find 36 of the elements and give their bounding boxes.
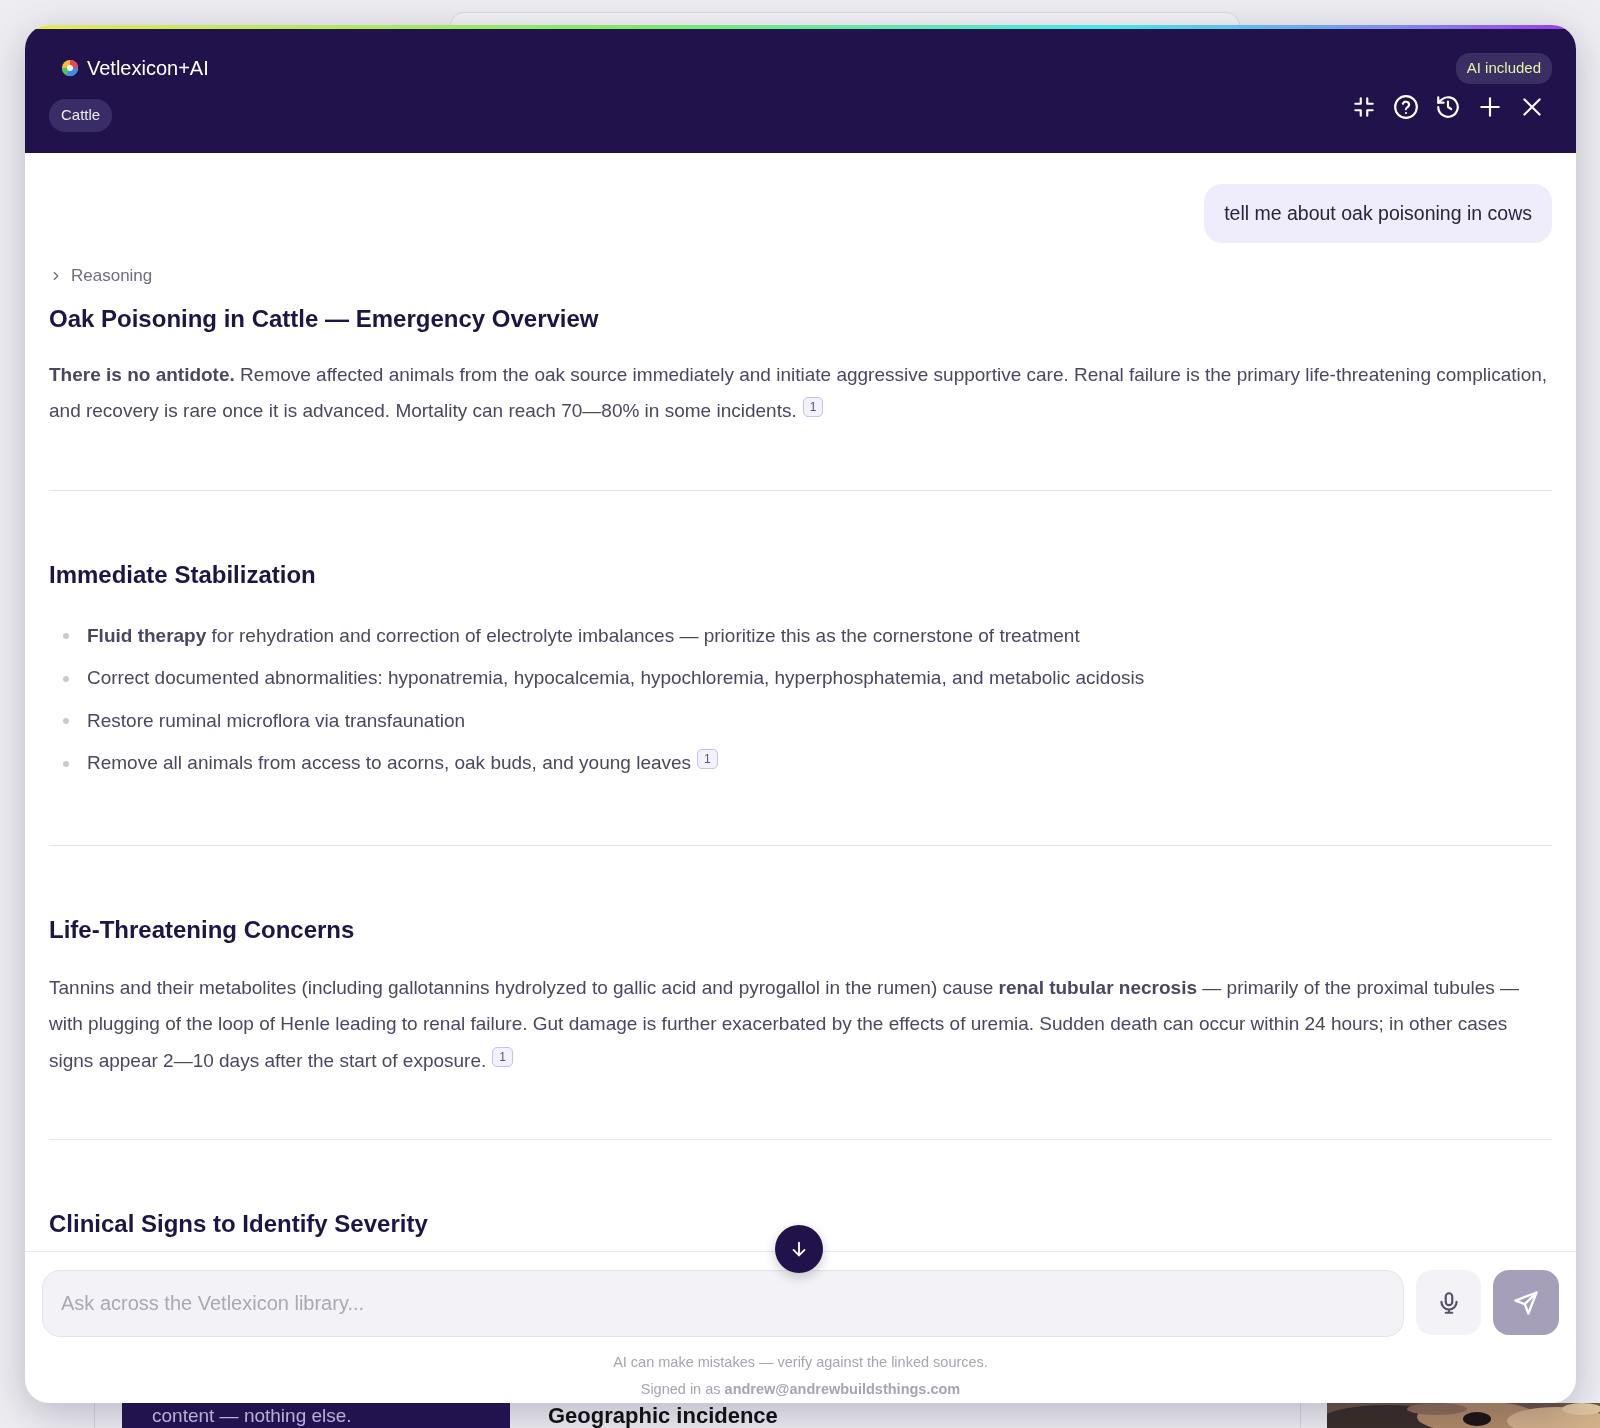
minimize-icon	[1351, 94, 1377, 120]
list-item: Restore ruminal microflora via transfaunation	[87, 708, 466, 733]
help-button[interactable]	[1392, 93, 1420, 121]
citation-link[interactable]: 1	[802, 397, 824, 418]
disclaimer-text: AI can make mistakes — verify against the linked sources.	[613, 1354, 988, 1370]
section-heading: Clinical Signs to Identify Severity	[49, 1209, 429, 1240]
citation-link[interactable]: 1	[492, 1046, 513, 1067]
section-heading: Immediate Stabilization	[49, 559, 317, 590]
species-tag: Cattle	[49, 99, 113, 132]
list-item: Remove all animals from access to acorns, oak buds, and young leaves 1	[87, 749, 718, 778]
paragraph: Tannins and their metabolites (including gallotannins hydrolyzed to gallic acid and pyrogallol in the rumen) cause renal tubular necrosis — primarily of the proximal tubules — with plugging of the loop of Henle leading to renal failure. Gut damage is further exacerbated by the effects of uremia. Sudden death can occur within 24 hours; in other cases signs appear 2—10 days after the start of exposure. 1	[49, 975, 1521, 1073]
banner-text: content — nothing else.	[152, 1405, 352, 1426]
reasoning-toggle[interactable]: Reasoning	[49, 263, 153, 289]
bullet-icon	[63, 633, 69, 639]
brand-name: Vetlexicon+AI	[87, 56, 209, 81]
scroll-down-button[interactable]	[775, 1225, 823, 1273]
list-item: Fluid therapy for rehydration and correction of electrolyte imbalances — prioritize this as the cornerstone of treatment	[87, 623, 1080, 648]
microphone-button[interactable]	[1416, 1270, 1481, 1335]
citation-link[interactable]: 1	[697, 749, 718, 770]
history-icon	[1435, 94, 1461, 120]
bullet-icon	[63, 718, 69, 724]
logo-icon	[61, 59, 79, 77]
history-button[interactable]	[1434, 93, 1462, 121]
chat-input[interactable]: Ask across the Vetlexicon library...	[42, 1270, 1404, 1337]
plus-icon	[1477, 94, 1503, 120]
bullet-icon	[63, 675, 69, 682]
paragraph: There is no antidote. Remove affected animals from the oak source immediately and initiate aggressive supportive care. Renal failure is the primary life-threatening complication, and recovery is rare once it is advanced. Mortality can reach 70—80% in some incidents. 1	[49, 362, 1549, 424]
send-icon	[1512, 1288, 1540, 1317]
bullet-icon	[63, 760, 69, 767]
signed-in-text: Signed in as andrew@andrewbuildsthings.com	[640, 1381, 961, 1397]
section-heading: Life-Threatening Concerns	[49, 914, 356, 945]
user-message: tell me about oak poisoning in cows	[1204, 184, 1552, 244]
list-item: Correct documented abnormalities: hyponatremia, hypocalcemia, hypochloremia, hyperphosphatemia, and metabolic acidosis	[87, 666, 1145, 691]
ai-badge: AI included	[1455, 53, 1552, 84]
help-icon	[1393, 94, 1419, 120]
answer-title: Oak Poisoning in Cattle — Emergency Overview	[49, 303, 600, 334]
